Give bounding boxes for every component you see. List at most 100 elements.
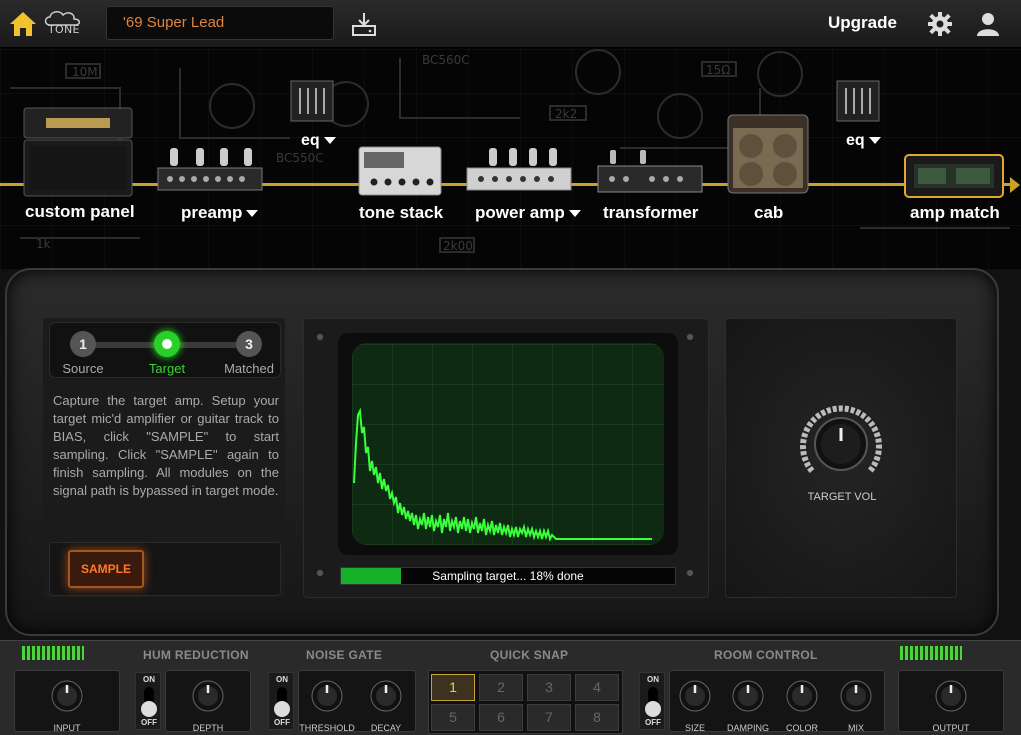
module-preamp[interactable] (156, 144, 264, 196)
toggle-on-label: ON (647, 675, 659, 684)
toggle-off-label: OFF (274, 718, 290, 727)
cab-icon (727, 114, 809, 194)
snap-6-button[interactable]: 6 (479, 704, 523, 731)
home-icon[interactable] (8, 10, 38, 38)
sample-area: SAMPLE (49, 542, 281, 596)
mix-label: MIX (847, 723, 864, 733)
module-label-power-amp[interactable]: power amp (475, 203, 581, 223)
mix-knob[interactable] (839, 679, 873, 713)
toggle-nub (645, 701, 661, 717)
eq-left-dropdown-icon (323, 137, 336, 145)
output-knob[interactable] (934, 679, 968, 713)
amp-match-panel: 1 3 Source Target Matched Capture the ta… (5, 268, 999, 636)
step-source-dot: 1 (70, 331, 96, 357)
svg-text:BC550C: BC550C (276, 151, 324, 165)
module-label-cab: cab (754, 203, 784, 222)
tone-label: TONE (48, 23, 80, 36)
svg-text:1k: 1k (36, 237, 51, 251)
module-amp-match[interactable] (904, 154, 1004, 198)
module-label-custom-panel: custom panel (25, 202, 135, 221)
snap-7-button[interactable]: 7 (527, 704, 571, 731)
screw (316, 333, 324, 341)
scope-bezel (338, 333, 678, 555)
progress-text: Sampling target... 18% done (432, 569, 584, 583)
noise-gate-toggle[interactable]: ON OFF (268, 672, 294, 730)
room-control-toggle[interactable]: ON OFF (639, 672, 665, 730)
quick-snap-title: QUICK SNAP (490, 648, 569, 662)
power-amp-icon (466, 148, 572, 191)
step-source-label: Source (62, 361, 104, 376)
module-tone-stack[interactable] (358, 146, 442, 196)
preamp-dropdown-icon[interactable] (246, 210, 259, 218)
module-label-amp-match: amp match (910, 203, 1000, 222)
eq-left-button[interactable]: eq (301, 132, 336, 150)
top-bar: TONE '69 Super Lead Upgrade (0, 0, 1021, 48)
size-knob[interactable] (678, 679, 712, 713)
toggle-nub (141, 701, 157, 717)
threshold-knob[interactable] (310, 679, 344, 713)
snap-2-button[interactable]: 2 (479, 674, 523, 701)
svg-text:10M: 10M (72, 65, 98, 79)
save-icon[interactable] (350, 10, 378, 38)
sample-button[interactable]: SAMPLE (68, 550, 144, 588)
output-label: OUTPUT (932, 723, 970, 733)
preamp-icon (157, 148, 263, 191)
input-knob[interactable] (50, 679, 84, 713)
user-icon[interactable] (975, 11, 1001, 37)
match-stepper: 1 3 Source Target Matched (49, 322, 281, 378)
depth-label: DEPTH (192, 723, 224, 733)
instructions-text: Capture the target amp. Setup your targe… (53, 393, 279, 498)
step-target-dot (154, 331, 180, 357)
eq-right-dropdown-icon (868, 137, 881, 145)
color-label: COLOR (785, 723, 818, 733)
hum-reduction-toggle[interactable]: ON OFF (135, 672, 161, 730)
target-vol-knob[interactable] (798, 401, 884, 487)
module-label-transformer: transformer (603, 203, 699, 222)
screw (686, 569, 694, 577)
signal-chain: BC560C 10M 2k2 15Ω BC550C 2k00 1k custom pan… (0, 48, 1021, 270)
eq-left-icon[interactable] (290, 80, 334, 122)
snap-3-button[interactable]: 3 (527, 674, 571, 701)
damping-knob[interactable] (731, 679, 765, 713)
damping-label: DAMPING (726, 723, 769, 733)
screw (316, 569, 324, 577)
spectrum-trace (353, 407, 652, 542)
module-custom-panel[interactable] (22, 106, 134, 198)
transformer-icon (597, 150, 703, 193)
depth-knob[interactable] (191, 679, 225, 713)
spectrum-screen (352, 343, 664, 545)
preset-name[interactable]: '69 Super Lead (106, 6, 334, 40)
svg-text:BC560C: BC560C (422, 53, 470, 67)
module-label-preamp[interactable]: preamp (181, 203, 259, 223)
target-vol-label: TARGET VOL (807, 491, 877, 503)
module-transformer[interactable] (596, 148, 704, 196)
snap-8-button[interactable]: 8 (575, 704, 619, 731)
eq-right-button[interactable]: eq (846, 132, 881, 150)
eq-right-label: eq (846, 132, 865, 149)
color-knob[interactable] (785, 679, 819, 713)
snap-5-button[interactable]: 5 (431, 704, 475, 731)
snap-4-button[interactable]: 4 (575, 674, 619, 701)
sampling-progress-bar: Sampling target... 18% done (340, 567, 676, 585)
power-amp-label: power amp (475, 203, 565, 222)
toggle-off-label: OFF (645, 718, 661, 727)
eq-right-icon[interactable] (836, 80, 880, 122)
module-label-tone-stack: tone stack (359, 203, 444, 222)
output-level-meter (900, 646, 962, 660)
snap-1-button[interactable]: 1 (431, 674, 475, 701)
quick-snap-grid: 1 2 3 4 5 6 7 8 (428, 670, 623, 734)
tonecloud-button[interactable]: TONE (44, 10, 86, 38)
amp-match-icon (904, 154, 1004, 198)
bottom-controls: HUM REDUCTION NOISE GATE QUICK SNAP ROOM… (0, 640, 1021, 735)
module-cab[interactable] (727, 114, 809, 194)
power-amp-dropdown-icon[interactable] (568, 210, 581, 218)
upgrade-button[interactable]: Upgrade (828, 13, 897, 33)
input-label: INPUT (53, 723, 81, 733)
module-power-amp[interactable] (465, 144, 573, 196)
decay-knob[interactable] (369, 679, 403, 713)
noise-gate-title: NOISE GATE (306, 648, 383, 662)
gear-icon[interactable] (927, 11, 953, 37)
size-label: SIZE (684, 723, 705, 733)
svg-text:15Ω: 15Ω (706, 63, 730, 77)
screw (686, 333, 694, 341)
